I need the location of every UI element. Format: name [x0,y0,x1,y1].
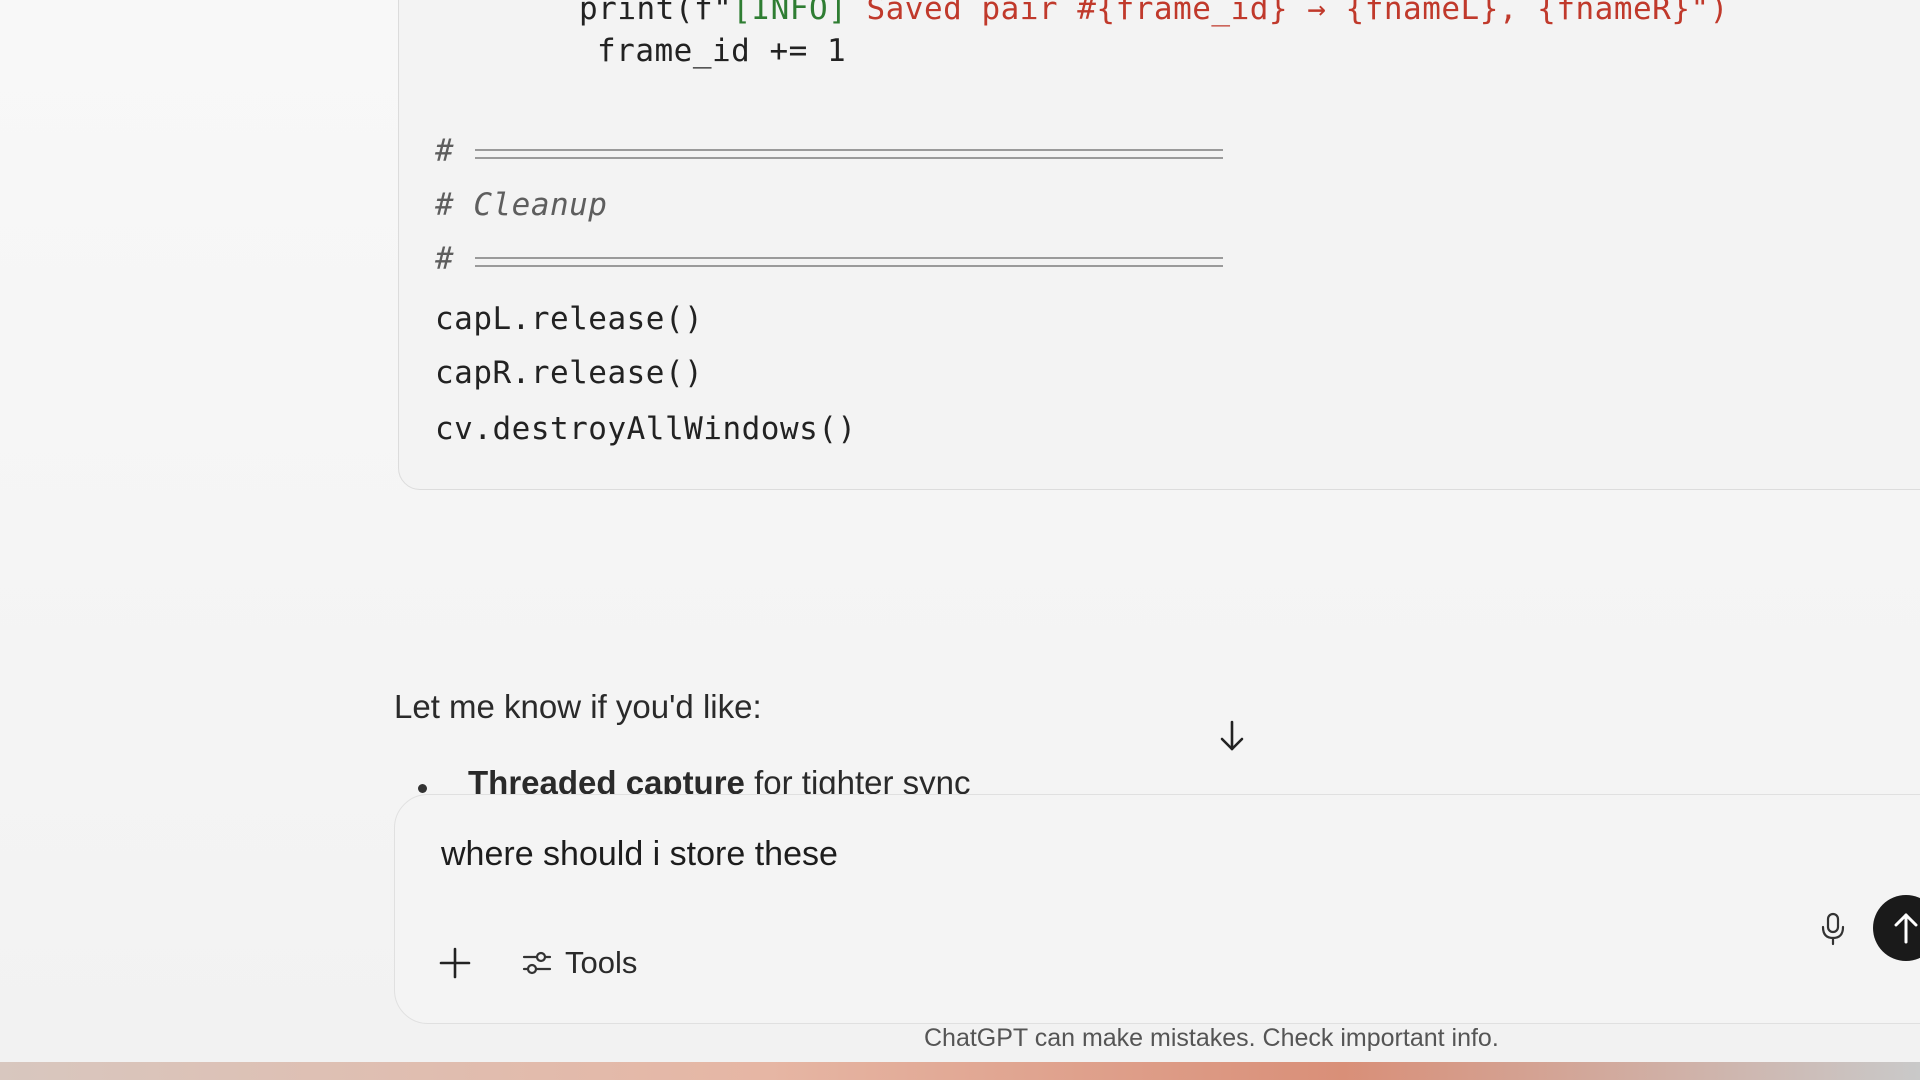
scroll-down-button[interactable] [1212,716,1252,756]
tools-label: Tools [565,945,638,980]
code-line-destroy-windows: cv.destroyAllWindows() [435,411,857,447]
microphone-button[interactable] [1813,909,1853,949]
bullet-item: Threaded capture for tighter sync [468,764,971,794]
code-rule-2 [475,257,1223,267]
send-button[interactable] [1873,895,1920,961]
taskbar-strip [0,1062,1920,1080]
code-saved-message: Saved pair #{frame_id} → {fnameL}, {fnam… [847,0,1729,27]
plus-icon [439,947,471,979]
message-composer[interactable]: where should i store these Tools [394,794,1920,1024]
sliders-icon [522,951,552,975]
code-info-tag: [INFO] [732,0,848,27]
composer-input-text[interactable]: where should i store these [441,835,838,874]
arrow-down-icon [1220,720,1244,751]
code-rule-1 [475,149,1223,159]
arrow-up-icon [1894,913,1918,944]
assistant-intro-text: Let me know if you'd like: [394,688,762,725]
code-line-capR-release: capR.release() [435,355,704,391]
code-line-frame-inc: frame_id += 1 [597,33,847,69]
disclaimer-text: ChatGPT can make mistakes. Check importa… [924,1024,1499,1052]
code-comment-cleanup: # Cleanup [435,187,608,223]
bullet-dot [418,784,427,793]
code-print-prefix: print(f" [579,0,733,27]
code-rule-hash-1: # [435,133,455,169]
bullet-rest-text: for tighter sync [744,764,971,794]
add-attachment-button[interactable] [435,943,475,983]
code-block: print(f"[INFO] Saved pair #{frame_id} → … [398,0,1920,490]
tools-button[interactable]: Tools [521,941,637,985]
bullet-bold-text: Threaded capture [468,764,745,794]
code-rule-hash-2: # [435,241,455,277]
code-line-print: print(f"[INFO] Saved pair #{frame_id} → … [579,0,1729,27]
chat-page: print(f"[INFO] Saved pair #{frame_id} → … [0,0,1920,1080]
code-line-capL-release: capL.release() [435,301,704,337]
microphone-icon [1821,912,1845,946]
